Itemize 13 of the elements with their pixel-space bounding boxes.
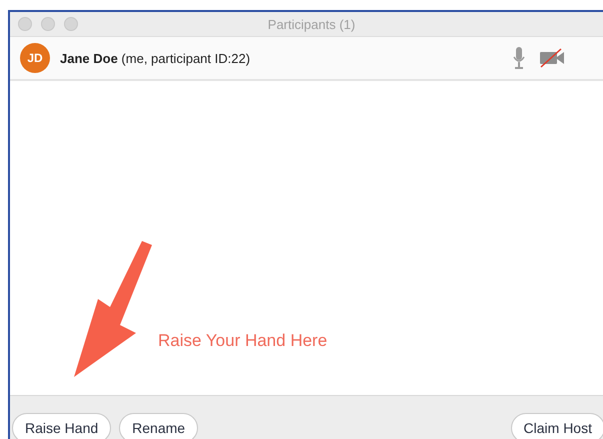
action-button[interactable]: Rename <box>119 413 198 439</box>
action-button[interactable]: Raise Hand <box>12 413 112 439</box>
window-control-icon[interactable] <box>18 17 32 31</box>
video-camera-icon[interactable] <box>539 48 565 68</box>
avatar: JD <box>20 43 50 73</box>
claim-host-button[interactable]: Claim Host <box>510 413 603 439</box>
window-control-icon[interactable] <box>41 17 55 31</box>
participant-name: Jane Doe (me, participant ID:22) <box>60 50 252 66</box>
microphone-icon[interactable] <box>513 47 525 69</box>
annotation-text: Raise Your Hand Here <box>158 331 328 351</box>
window-control-icon[interactable] <box>64 17 78 31</box>
window-title: Participants (1) <box>266 16 356 32</box>
participant-row[interactable]: JD Jane Doe (me, participant ID:22) <box>10 37 603 81</box>
